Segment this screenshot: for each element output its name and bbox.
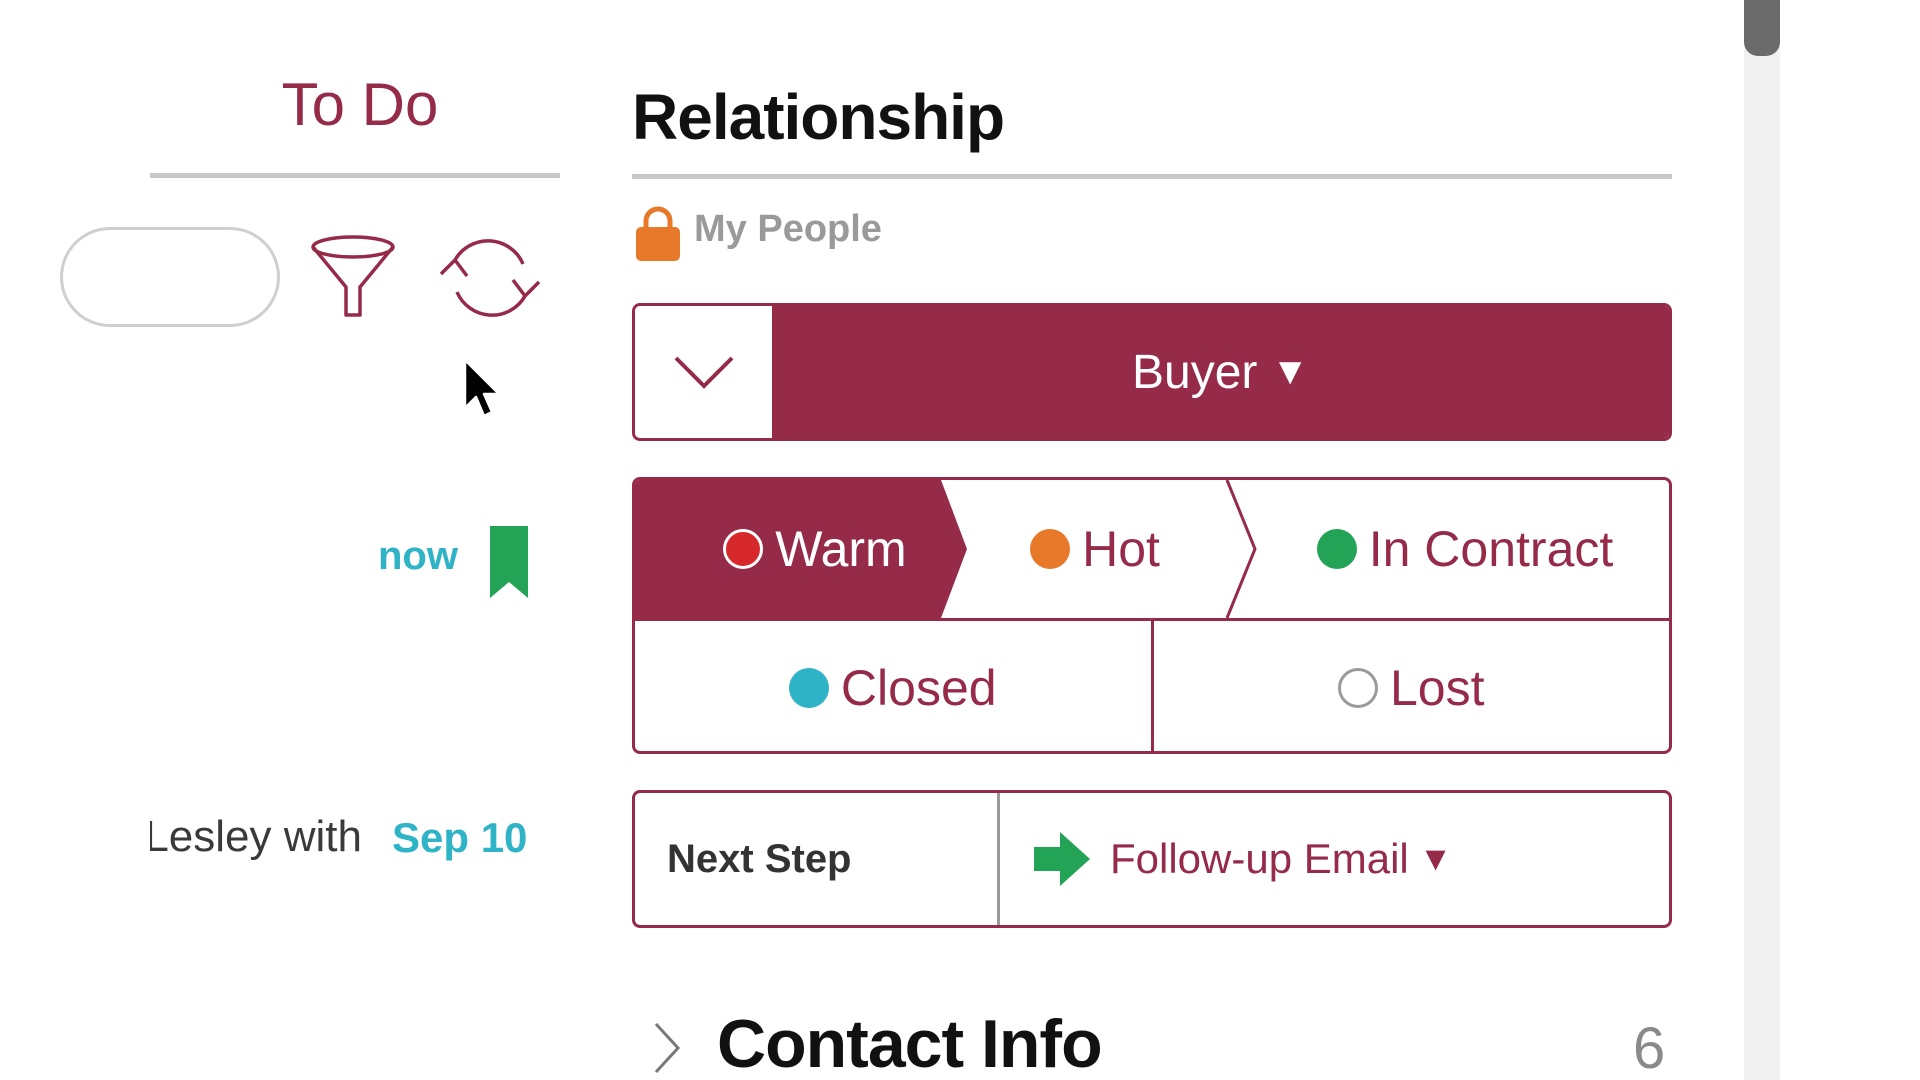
stage-row-primary: Warm Hot In Contract [635,480,1669,618]
next-step-dropdown[interactable]: Follow-up Email ▼ [1000,793,1669,925]
stage-lost-label: Lost [1389,659,1485,716]
task-item-date: Sep 10 [392,814,528,861]
chevron-down-icon [674,356,733,389]
next-step-label: Next Step [635,793,1000,925]
contact-type-dropdown[interactable]: Buyer ▼ [772,306,1669,438]
warm-dot-icon [723,529,764,569]
relationship-divider [632,174,1672,179]
chevron-right-icon[interactable] [650,1020,684,1076]
stage-in-contract[interactable]: In Contract [1255,480,1669,618]
type-toggle-button[interactable] [635,306,772,438]
stage-row-secondary: Closed Lost [635,618,1670,751]
mouse-cursor-icon [463,358,501,418]
stage-lost[interactable]: Lost [1150,621,1670,751]
stage-in-contract-label: In Contract [1368,521,1614,577]
contact-type-value: Buyer [1131,345,1258,399]
caret-down-icon: ▼ [1271,350,1309,393]
stage-hot[interactable]: Hot [965,480,1225,618]
search-input[interactable] [60,227,280,327]
contact-type-select[interactable]: Buyer ▼ [632,303,1672,441]
relationship-tab-title[interactable]: Relationship [632,80,1005,154]
next-step-value: Follow-up Email [1110,835,1409,882]
scrollbar-track[interactable] [1744,0,1780,1080]
next-step-row: Next Step Follow-up Email ▼ [632,790,1672,928]
arrow-right-icon [1034,832,1090,886]
contact-info-count: 6 [1633,1016,1666,1080]
refresh-icon [439,239,541,317]
task-item-text[interactable]: Lesley with... [150,812,362,862]
stage-closed[interactable]: Closed [635,621,1151,751]
closed-dot-icon [788,667,829,708]
filter-button[interactable] [305,230,400,322]
caret-down-icon: ▼ [1418,839,1453,878]
contract-dot-icon [1316,529,1357,569]
contact-info-section-title[interactable]: Contact Info [717,1005,1103,1080]
lock-icon [636,206,680,261]
todo-tab-title[interactable]: To Do [150,70,570,139]
lost-dot-icon [1337,667,1378,708]
funnel-icon [310,235,395,317]
stage-hot-label: Hot [1082,521,1160,577]
stage-selector: Warm Hot In Contract Closed Lost [632,477,1672,754]
stage-closed-label: Closed [840,659,997,716]
hot-dot-icon [1030,529,1071,569]
task-due-label: now [378,534,458,578]
stage-warm-label: Warm [775,521,907,577]
visibility-label[interactable]: My People [694,208,882,251]
todo-divider [150,173,560,178]
scrollbar-thumb[interactable] [1744,0,1780,56]
refresh-button[interactable] [435,230,545,326]
stage-warm[interactable]: Warm [665,480,965,618]
bookmark-icon[interactable] [490,526,528,598]
